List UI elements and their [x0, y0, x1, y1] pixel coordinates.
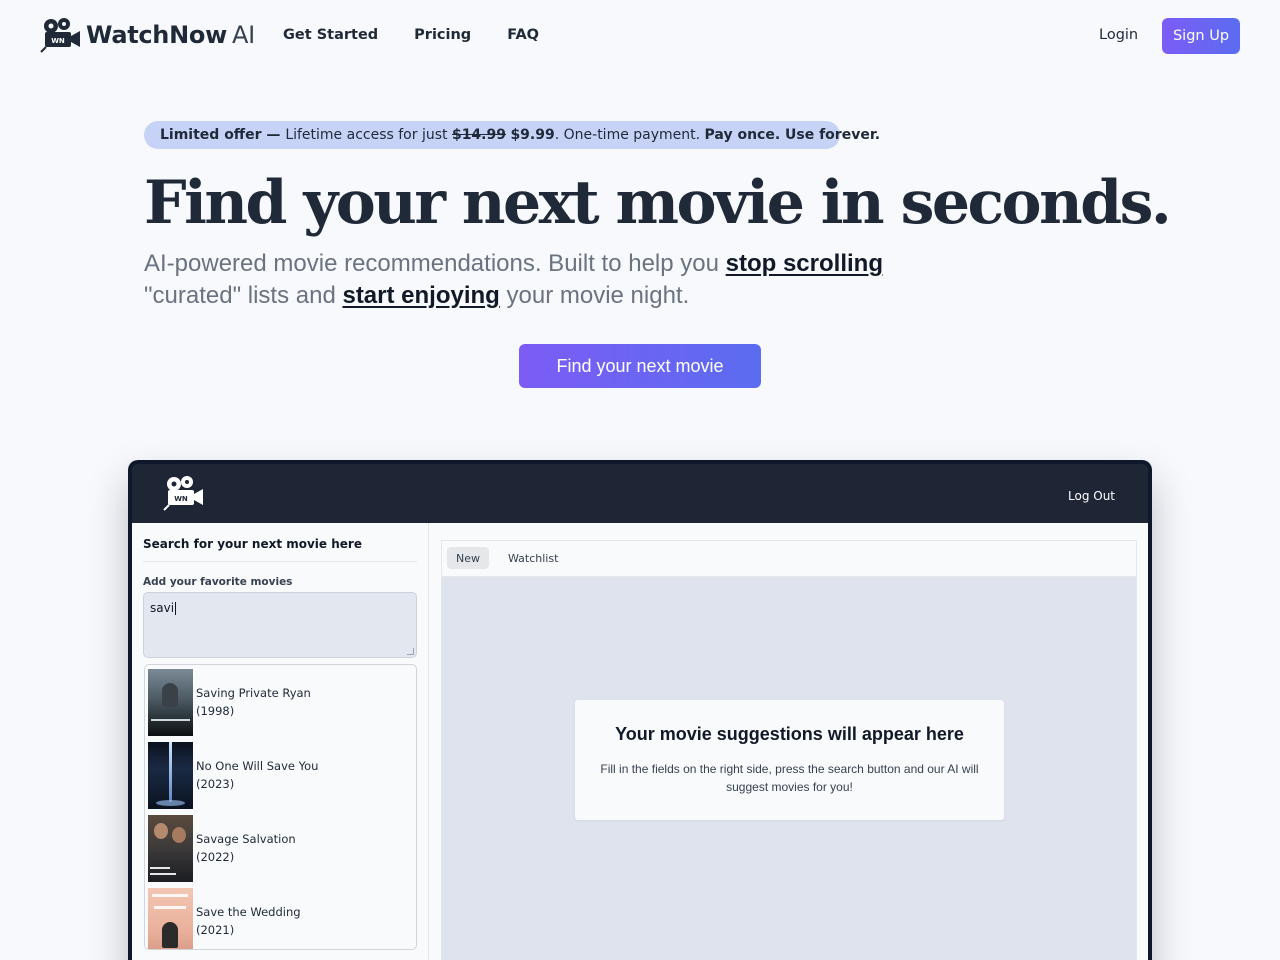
tab-new[interactable]: New: [447, 547, 489, 569]
tab-watchlist[interactable]: Watchlist: [499, 547, 567, 569]
search-panel-title: Search for your next movie here: [143, 537, 362, 551]
suggestion-item[interactable]: Savage Salvation (2022): [148, 813, 408, 883]
suggestion-item[interactable]: Save the Wedding (2021): [148, 886, 408, 949]
favorites-input[interactable]: savi: [143, 592, 417, 658]
nav-link-get-started[interactable]: Get Started: [283, 27, 378, 43]
results-tabs: New Watchlist: [442, 541, 1136, 577]
suggestion-year: (1998): [196, 704, 235, 718]
movie-poster: [148, 887, 193, 949]
hero-subtitle: AI-powered movie recommendations. Built …: [144, 248, 924, 312]
app-badge-text: WN: [174, 495, 188, 503]
suggestion-text: Savage Salvation (2022): [196, 830, 296, 866]
movie-camera-icon: WN: [40, 18, 80, 53]
movie-camera-icon: WN: [163, 476, 203, 511]
brand-name: WatchNow AI: [86, 21, 255, 49]
app-logo[interactable]: WN: [162, 474, 206, 516]
resize-handle[interactable]: [407, 648, 414, 655]
movie-poster: [148, 741, 193, 809]
hero-sub-emphasis-1: stop scrolling: [725, 250, 883, 277]
favorites-input-value: savi: [150, 601, 175, 615]
suggestion-title: Savage Salvation: [196, 832, 296, 846]
movie-poster: [148, 668, 193, 736]
brand-logo[interactable]: WN WatchNow AI: [40, 17, 255, 53]
favorites-label: Add your favorite movies: [143, 576, 293, 588]
autocomplete-dropdown: Saving Private Ryan (1998) No One Will S…: [144, 664, 417, 950]
hero-sub-part3: your movie night.: [499, 282, 690, 309]
suggestion-title: Saving Private Ryan: [196, 686, 311, 700]
suggestion-item[interactable]: Saving Private Ryan (1998): [148, 667, 408, 737]
empty-state-card: Your movie suggestions will appear here …: [575, 700, 1004, 820]
app-header: WN Log Out: [132, 464, 1148, 523]
nav-link-faq[interactable]: FAQ: [507, 27, 539, 43]
logout-button[interactable]: Log Out: [1068, 489, 1115, 503]
offer-new-price: $9.99: [510, 127, 555, 143]
suggestion-text: Save the Wedding (2021): [196, 903, 301, 939]
offer-dash: —: [261, 127, 286, 143]
hero-sub-part2: "curated" lists and: [144, 282, 343, 309]
suggestion-text: No One Will Save You (2023): [196, 757, 318, 793]
suggestion-text: Saving Private Ryan (1998): [196, 684, 311, 720]
signup-button[interactable]: Sign Up: [1162, 18, 1240, 54]
suggestion-item[interactable]: No One Will Save You (2023): [148, 740, 408, 810]
offer-after: . One-time payment.: [554, 127, 705, 143]
brand-badge-text: WN: [51, 37, 65, 45]
suggestion-title: Save the Wedding: [196, 905, 301, 919]
limited-offer-banner: Limited offer — Lifetime access for just…: [144, 121, 880, 149]
hero-title: Find your next movie in seconds.: [144, 168, 1172, 238]
offer-lead: Limited offer: [160, 127, 262, 143]
suggestion-year: (2022): [196, 850, 235, 864]
search-panel: Search for your next movie here Add your…: [132, 523, 429, 960]
hero-sub-part1: AI-powered movie recommendations. Built …: [144, 250, 726, 277]
empty-state-title: Your movie suggestions will appear here: [615, 724, 964, 744]
suggestion-year: (2023): [196, 777, 235, 791]
nav-links: Get Started Pricing FAQ: [283, 27, 539, 43]
brand-name-suffix: AI: [231, 21, 255, 49]
offer-text: Lifetime access for just: [285, 127, 452, 143]
nav-link-pricing[interactable]: Pricing: [414, 27, 471, 43]
divider: [143, 561, 417, 562]
offer-tagline: Pay once. Use forever.: [704, 127, 881, 143]
hero-sub-emphasis-2: start enjoying: [342, 282, 500, 309]
app-body: Search for your next movie here Add your…: [132, 523, 1148, 960]
login-link[interactable]: Login: [1099, 27, 1138, 43]
brand-name-main: WatchNow: [86, 21, 227, 49]
suggestion-title: No One Will Save You: [196, 759, 319, 773]
find-movie-cta-button[interactable]: Find your next movie: [519, 344, 761, 388]
offer-old-price: $14.99: [451, 127, 506, 143]
top-nav: WN WatchNow AI Get Started Pricing FAQ Lo…: [0, 0, 1280, 72]
app-preview-frame: WN Log Out Search for your next movie he…: [128, 460, 1152, 960]
results-panel: New Watchlist Your movie suggestions wil…: [441, 540, 1137, 960]
text-caret: [175, 602, 177, 615]
suggestion-year: (2021): [196, 923, 235, 937]
empty-state-description: Fill in the fields on the right side, pr…: [600, 762, 979, 794]
movie-poster: [148, 814, 193, 882]
